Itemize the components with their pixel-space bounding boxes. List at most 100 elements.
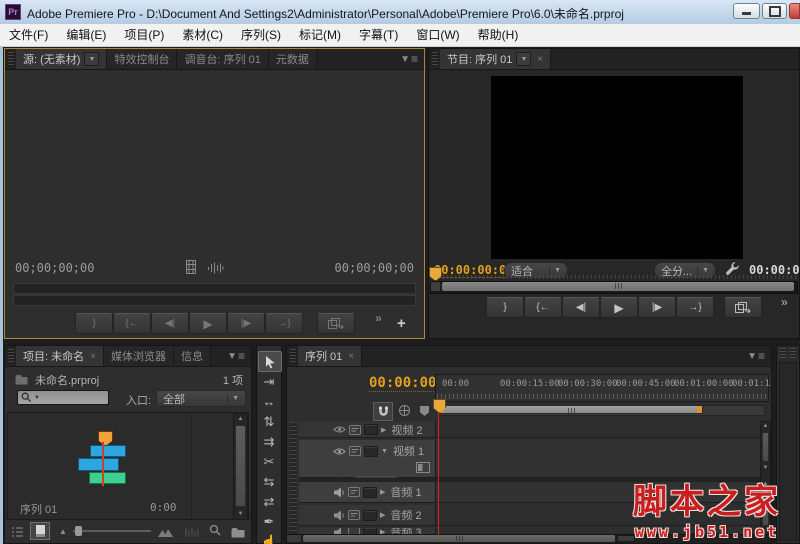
tab-close-icon[interactable]: × <box>348 351 354 362</box>
track-expand-arrow[interactable]: ▶ <box>380 511 385 519</box>
menu-title[interactable]: 字幕(T) <box>350 24 407 46</box>
track-head-video2[interactable]: ▶ 视频 2 <box>299 422 436 438</box>
speaker-icon[interactable] <box>333 510 345 521</box>
work-area-end-handle[interactable] <box>697 406 702 413</box>
step-back-button[interactable]: ◀| <box>562 297 600 318</box>
step-forward-button[interactable]: |▶ <box>227 313 265 334</box>
track-lock-toggle[interactable] <box>363 510 377 521</box>
selection-tool[interactable] <box>258 351 282 372</box>
track-content-audio1[interactable] <box>436 482 762 503</box>
track-lock-toggle[interactable] <box>363 487 377 498</box>
icon-view-button[interactable] <box>30 522 50 540</box>
tab-info[interactable]: 信息 <box>174 346 211 366</box>
tab-effect-controls[interactable]: 特效控制台 <box>107 49 177 69</box>
program-scrollbar[interactable] <box>430 281 798 294</box>
scroll-up-arrow[interactable]: ▲ <box>234 415 247 424</box>
tab-source[interactable]: 源: (无素材) ▼ <box>16 49 107 69</box>
menu-help[interactable]: 帮助(H) <box>469 24 528 46</box>
menu-file[interactable]: 文件(F) <box>0 24 57 46</box>
menu-sequence[interactable]: 序列(S) <box>232 24 290 46</box>
track-collapse-arrow[interactable]: ▼ <box>381 448 388 455</box>
panel-menu-icon[interactable]: ▼≡ <box>741 346 771 366</box>
tab-media-browser[interactable]: 媒体浏览器 <box>104 346 174 366</box>
menu-clip[interactable]: 素材(C) <box>173 24 232 46</box>
track-lock-toggle[interactable] <box>364 424 378 435</box>
set-marker-button[interactable] <box>420 406 429 416</box>
step-forward-button[interactable]: |▶ <box>638 297 676 318</box>
go-to-out-button[interactable]: →} <box>265 313 303 334</box>
button-overflow-chevron[interactable]: » <box>781 295 788 309</box>
hand-tool[interactable]: ☝ <box>258 532 280 544</box>
track-head-audio1[interactable]: ▶ 音频 1 <box>299 482 436 503</box>
scroll-up-arrow[interactable]: ▲ <box>761 480 770 489</box>
panel-grip[interactable] <box>290 349 296 363</box>
hscroll-left-box[interactable] <box>287 535 302 542</box>
find-button[interactable] <box>209 524 222 542</box>
play-button[interactable]: ▶ <box>189 313 227 334</box>
eye-icon[interactable] <box>333 447 346 456</box>
track-content-audio2[interactable] <box>436 505 762 526</box>
go-to-out-button[interactable]: →} <box>676 297 714 318</box>
timeline-vscrollbar[interactable]: ▲ ▼ ▲ <box>760 421 771 539</box>
sequence-item-name[interactable]: 序列 01 <box>20 501 57 517</box>
track-content-video2[interactable] <box>436 422 762 438</box>
menu-project[interactable]: 项目(P) <box>115 24 173 46</box>
go-to-in-button[interactable]: {← <box>113 313 151 334</box>
source-select-dropdown[interactable]: ▼ <box>84 52 99 66</box>
thumbnail-zoom-slider[interactable] <box>73 530 151 532</box>
timeline-playhead-line[interactable] <box>438 410 439 537</box>
razor-tool[interactable]: ✂ <box>258 452 280 471</box>
source-timecode-current[interactable]: 00;00;00;00 <box>15 261 94 275</box>
sync-lock-icon[interactable] <box>348 487 360 497</box>
sequence-item[interactable]: 序列 01 0:00 <box>8 413 190 519</box>
track-expand-arrow[interactable]: ▶ <box>381 426 386 434</box>
project-items-area[interactable]: 序列 01 0:00 ▲ ▼ <box>7 412 249 522</box>
snap-button[interactable] <box>373 402 393 421</box>
scroll-down-arrow[interactable]: ▼ <box>761 464 770 473</box>
menu-marker[interactable]: 标记(M) <box>290 24 350 46</box>
sync-lock-icon[interactable] <box>349 425 361 435</box>
display-style-icon[interactable] <box>416 462 430 473</box>
scrollbar-left-box[interactable] <box>431 282 441 291</box>
tab-sequence-01[interactable]: 序列 01 × <box>298 346 362 366</box>
search-input[interactable]: ▼ <box>17 390 109 405</box>
new-bin-button[interactable] <box>231 525 245 543</box>
panel-grip[interactable] <box>789 348 796 358</box>
panel-menu-icon[interactable]: ▼≡ <box>394 49 424 69</box>
timeline-vscroll-thumb[interactable] <box>762 432 769 462</box>
panel-grip[interactable] <box>8 52 14 66</box>
program-time-ruler[interactable] <box>431 275 797 279</box>
zoom-in-mountain-icon[interactable] <box>157 525 174 543</box>
tab-metadata[interactable]: 元数据 <box>269 49 317 69</box>
panel-grip[interactable] <box>779 348 786 358</box>
drag-video-icon[interactable] <box>185 260 197 279</box>
zoom-out-arrow[interactable]: ▲ <box>59 527 67 536</box>
entry-filter-select[interactable]: 全部▼ <box>156 390 246 407</box>
scroll-up-arrow[interactable]: ▲ <box>761 422 770 431</box>
hscroll-thumb[interactable] <box>303 535 615 542</box>
close-button[interactable] <box>789 3 800 19</box>
export-frame-button[interactable] <box>724 297 762 318</box>
timeline-vscroll-thumb2[interactable] <box>762 490 769 526</box>
panel-grip[interactable] <box>432 52 438 66</box>
track-select-tool[interactable]: ⇥ <box>258 372 280 391</box>
slider-handle[interactable] <box>75 526 82 536</box>
rolling-edit-tool[interactable]: ⇅ <box>258 412 280 431</box>
source-scroll-bar[interactable] <box>13 295 416 306</box>
menu-window[interactable]: 窗口(W) <box>407 24 468 46</box>
button-overflow-chevron[interactable]: » <box>375 311 382 325</box>
play-button[interactable]: ▶ <box>600 297 638 318</box>
sync-lock-icon[interactable] <box>348 510 360 520</box>
maximize-button[interactable] <box>762 3 787 19</box>
tab-project[interactable]: 项目: 未命名 × <box>16 346 104 366</box>
hscroll-end-box[interactable] <box>617 535 635 542</box>
go-to-in-button[interactable]: {← <box>524 297 562 318</box>
ripple-edit-tool[interactable]: ↔ <box>258 392 280 411</box>
mark-out-button[interactable]: } <box>486 297 524 318</box>
step-back-button[interactable]: ◀| <box>151 313 189 334</box>
slide-tool[interactable]: ⇄ <box>258 492 280 511</box>
track-expand-arrow[interactable]: ▶ <box>380 488 385 496</box>
tab-close-icon[interactable]: × <box>537 54 543 65</box>
encore-chapter-marker-button[interactable] <box>398 404 411 422</box>
tab-audio-mixer[interactable]: 调音台: 序列 01 <box>177 49 268 69</box>
